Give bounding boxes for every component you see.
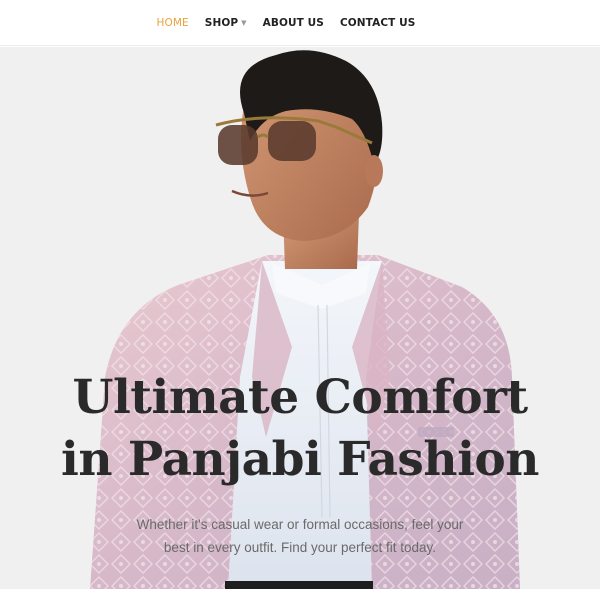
hero-headline: Ultimate Comfort in Panjabi Fashion — [0, 367, 600, 491]
hero-subtext-line-1: Whether it's casual wear or formal occas… — [136, 517, 464, 532]
nav-shop-label: SHOP — [204, 16, 239, 29]
nav-home-link[interactable]: HOME — [157, 17, 189, 29]
main-nav: HOME SHOP ▼ ABOUT US CONTACT US — [157, 17, 416, 29]
nav-about-label: ABOUT US — [262, 16, 324, 29]
nav-home-label: HOME — [156, 16, 189, 29]
nav-contact-label: CONTACT US — [339, 16, 416, 29]
chevron-down-icon: ▼ — [241, 18, 247, 27]
model-in-panjabi-photo — [90, 50, 520, 589]
hero-subtext: Whether it's casual wear or formal occas… — [0, 513, 600, 559]
hero-headline-line-1: Ultimate Comfort — [72, 370, 528, 425]
nav-contact-link[interactable]: CONTACT US — [340, 17, 416, 29]
shop-button[interactable] — [225, 581, 373, 589]
hero-section: Ultimate Comfort in Panjabi Fashion Whet… — [0, 47, 600, 589]
hero-headline-line-2: in Panjabi Fashion — [61, 432, 539, 487]
nav-about-link[interactable]: ABOUT US — [263, 17, 324, 29]
nav-shop-link[interactable]: SHOP ▼ — [205, 17, 247, 29]
top-navigation-bar: HOME SHOP ▼ ABOUT US CONTACT US — [0, 0, 600, 46]
hero-subtext-line-2: best in every outfit. Find your perfect … — [163, 540, 437, 555]
